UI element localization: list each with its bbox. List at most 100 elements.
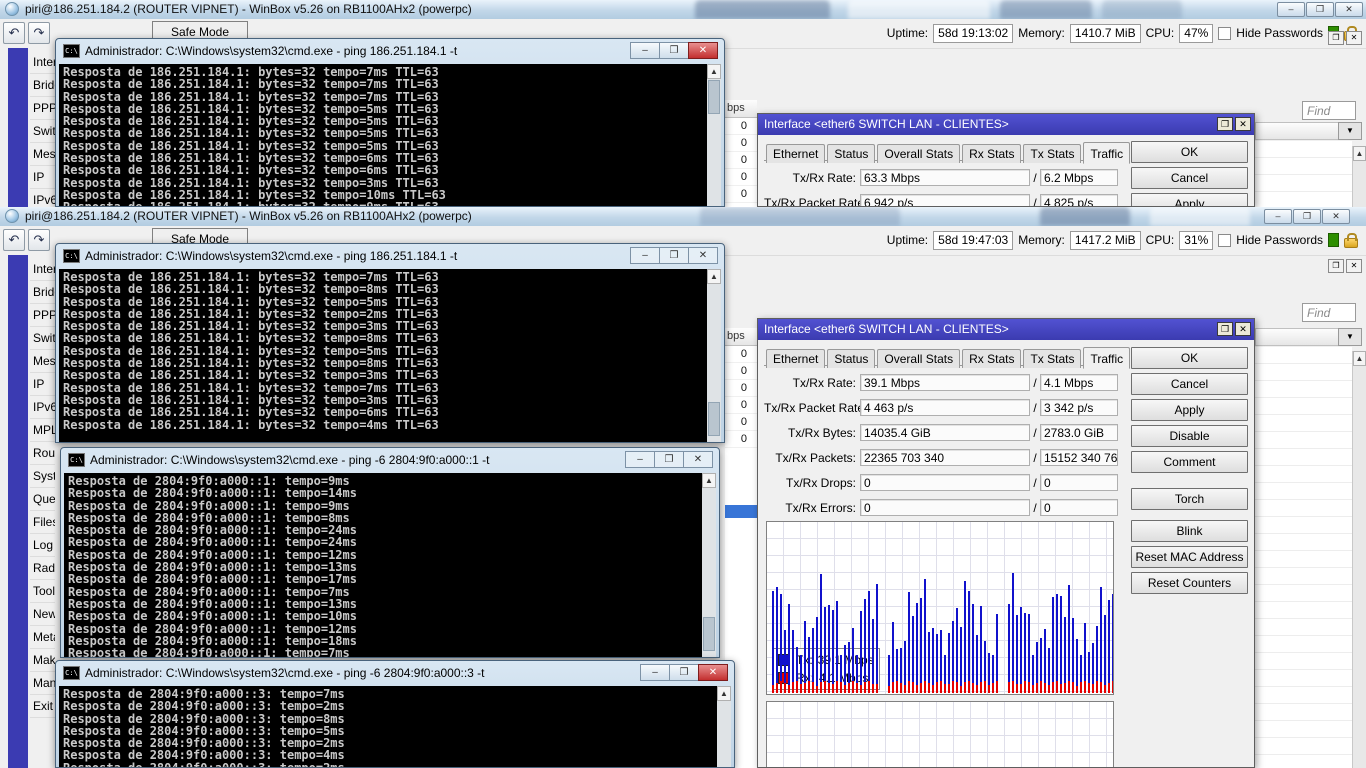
sidebar-item-radius[interactable]: Radius: [30, 557, 55, 580]
close-button[interactable]: ✕: [688, 247, 718, 264]
cmd1-scrollbar[interactable]: ▲: [707, 64, 721, 206]
reset-mac-address-button[interactable]: Reset MAC Address: [1131, 546, 1248, 568]
dialog-close-button[interactable]: ✕: [1235, 322, 1251, 336]
scroll-up-icon[interactable]: ▲: [1353, 351, 1366, 366]
apply-button[interactable]: Apply: [1131, 193, 1248, 206]
sidebar-item-mpls[interactable]: MPLS: [30, 419, 55, 442]
undo-button[interactable]: ↶: [3, 22, 25, 44]
sidebar-item-new-terminal[interactable]: New Terminal: [30, 603, 55, 626]
cmd2-scrollbar[interactable]: ▲: [707, 269, 721, 442]
sidebar-item-log[interactable]: Log: [30, 534, 55, 557]
selected-interface-row[interactable]: [725, 505, 757, 518]
sidebar-item-ip[interactable]: IP: [30, 166, 55, 189]
list-column-header[interactable]: [1255, 328, 1339, 346]
scrollbar-thumb[interactable]: [708, 402, 720, 436]
sidebar-item-tools[interactable]: Tools: [30, 580, 55, 603]
tab-tx-stats[interactable]: Tx Stats: [1023, 144, 1082, 163]
tx-value-field[interactable]: 0: [860, 474, 1030, 491]
ok-button[interactable]: OK: [1131, 347, 1248, 369]
scroll-up-icon[interactable]: ▲: [717, 686, 731, 701]
sidebar-item-mesh[interactable]: Mesh: [30, 350, 55, 373]
cmd4-scrollbar[interactable]: ▲: [717, 686, 731, 767]
dialog-restore-button[interactable]: ❐: [1217, 117, 1233, 131]
tab-ethernet[interactable]: Ethernet: [766, 349, 826, 368]
cmd1-titlebar[interactable]: C:\ Administrador: C:\Windows\system32\c…: [56, 39, 724, 64]
sidebar-item-bridge[interactable]: Bridge: [30, 281, 55, 304]
sidebar-item-ppp[interactable]: PPP: [30, 304, 55, 327]
sidebar-item-files[interactable]: Files: [30, 511, 55, 534]
restore-button[interactable]: ❐: [659, 247, 689, 264]
sidebar-item-system[interactable]: System: [30, 465, 55, 488]
undo-button[interactable]: ↶: [3, 229, 25, 251]
sidebar-item-queues[interactable]: Queues: [30, 488, 55, 511]
tab-rx-stats[interactable]: Rx Stats: [962, 144, 1022, 163]
comment-button[interactable]: Comment: [1131, 451, 1248, 473]
scrollbar-thumb[interactable]: [703, 617, 715, 651]
sidebar-item-mesh[interactable]: Mesh: [30, 143, 55, 166]
tab-status[interactable]: Status: [827, 349, 876, 368]
winbox2-titlebar[interactable]: piri@186.251.184.2 (ROUTER VIPNET) - Win…: [0, 207, 1366, 227]
redo-button[interactable]: ↷: [28, 22, 50, 44]
tab-ethernet[interactable]: Ethernet: [766, 144, 826, 163]
ok-button[interactable]: OK: [1131, 141, 1248, 163]
apply-button[interactable]: Apply: [1131, 399, 1248, 421]
dialog2-titlebar[interactable]: Interface <ether6 SWITCH LAN - CLIENTES>…: [758, 319, 1254, 340]
rx-value-field[interactable]: 4 825 p/s: [1040, 194, 1118, 206]
column-dropdown-button[interactable]: ▼: [1338, 328, 1362, 346]
cmd3-scrollbar[interactable]: ▲: [702, 473, 716, 657]
hide-passwords-checkbox[interactable]: [1218, 26, 1232, 40]
dialog-close-button[interactable]: ✕: [1235, 117, 1251, 131]
rx-value-field[interactable]: 3 342 p/s: [1040, 399, 1118, 416]
cancel-button[interactable]: Cancel: [1131, 373, 1248, 395]
close-button[interactable]: ✕: [688, 42, 718, 59]
reset-counters-button[interactable]: Reset Counters: [1131, 572, 1248, 594]
minimize-button[interactable]: –: [630, 247, 660, 264]
rx-value-field[interactable]: 0: [1040, 474, 1118, 491]
tx-value-field[interactable]: 39.1 Mbps: [860, 374, 1030, 391]
restore-button[interactable]: ❐: [1306, 2, 1334, 17]
restore-button[interactable]: ❐: [669, 664, 699, 681]
redo-button[interactable]: ↷: [28, 229, 50, 251]
sidebar-item-manual[interactable]: Manual: [30, 672, 55, 695]
restore-button[interactable]: ❐: [1293, 209, 1321, 224]
tx-value-field[interactable]: 0: [860, 499, 1030, 516]
sidebar-item-ip[interactable]: IP: [30, 373, 55, 396]
sidebar-item-metarouter[interactable]: MetaROUTER: [30, 626, 55, 649]
column-dropdown-button[interactable]: ▼: [1338, 122, 1362, 140]
minimize-button[interactable]: –: [1264, 209, 1292, 224]
sidebar-item-ppp[interactable]: PPP: [30, 97, 55, 120]
tx-value-field[interactable]: 22365 703 340: [860, 449, 1030, 466]
tab-overall-stats[interactable]: Overall Stats: [877, 349, 961, 368]
find-input[interactable]: Find: [1302, 101, 1356, 120]
list-scrollbar[interactable]: ▲: [1352, 351, 1366, 768]
close-button[interactable]: ✕: [1335, 2, 1363, 17]
sidebar-item-switch[interactable]: Switch: [30, 327, 55, 350]
scrollbar-thumb[interactable]: [708, 80, 720, 114]
tx-value-field[interactable]: 63.3 Mbps: [860, 169, 1030, 186]
sidebar-item-switch[interactable]: Switch: [30, 120, 55, 143]
tab-traffic[interactable]: Traffic: [1083, 347, 1131, 369]
rx-value-field[interactable]: 0: [1040, 499, 1118, 516]
close-button[interactable]: ✕: [1322, 209, 1350, 224]
tx-value-field[interactable]: 14035.4 GiB: [860, 424, 1030, 441]
rx-value-field[interactable]: 2783.0 GiB: [1040, 424, 1118, 441]
sidebar-item-routing[interactable]: Routing: [30, 442, 55, 465]
tab-tx-stats[interactable]: Tx Stats: [1023, 349, 1082, 368]
hide-passwords-checkbox[interactable]: [1218, 233, 1232, 247]
tx-value-field[interactable]: 6 942 p/s: [860, 194, 1030, 206]
minimize-button[interactable]: –: [640, 664, 670, 681]
cancel-button[interactable]: Cancel: [1131, 167, 1248, 189]
scroll-up-icon[interactable]: ▲: [702, 473, 716, 488]
tx-value-field[interactable]: 4 463 p/s: [860, 399, 1030, 416]
mdi-restore-button[interactable]: ❐: [1328, 31, 1344, 45]
sidebar-item-interfaces[interactable]: Interfaces: [30, 51, 55, 74]
minimize-button[interactable]: –: [1277, 2, 1305, 17]
mdi-close-button[interactable]: ✕: [1346, 259, 1362, 273]
torch-button[interactable]: Torch: [1131, 488, 1248, 510]
winbox1-titlebar[interactable]: piri@186.251.184.2 (ROUTER VIPNET) - Win…: [0, 0, 1366, 20]
disable-button[interactable]: Disable: [1131, 425, 1248, 447]
rx-value-field[interactable]: 15152 340 765: [1040, 449, 1118, 466]
close-button[interactable]: ✕: [683, 451, 713, 468]
tab-status[interactable]: Status: [827, 144, 876, 163]
minimize-button[interactable]: –: [630, 42, 660, 59]
